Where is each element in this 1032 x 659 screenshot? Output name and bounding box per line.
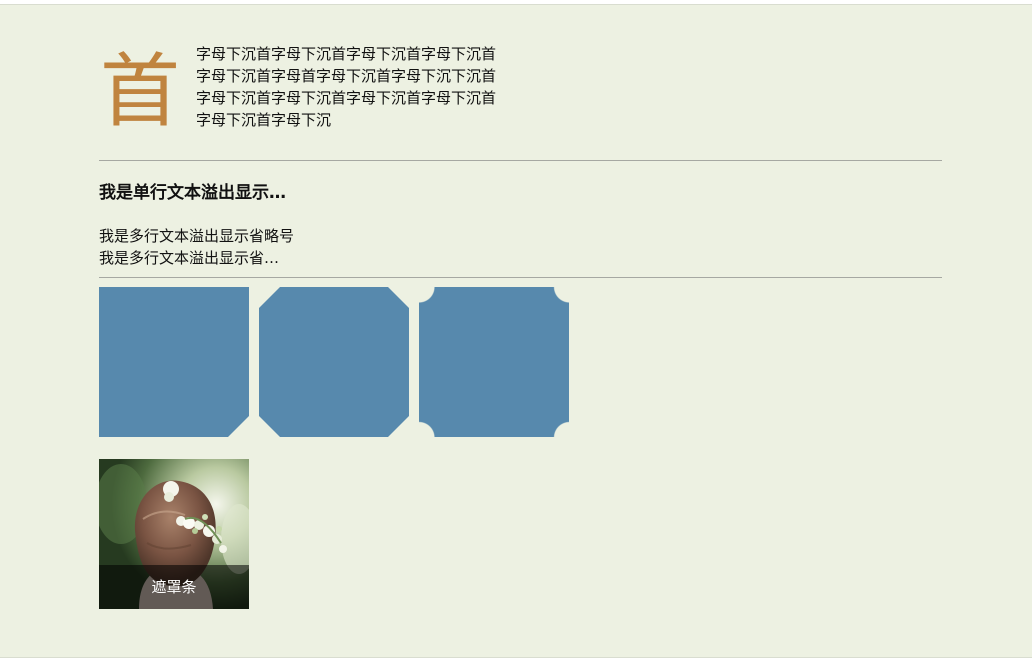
drop-cap-paragraph: 首 字母下沉首字母下沉首字母下沉首字母下沉首字母下沉首字母首字母下沉首字母下沉下… — [99, 41, 509, 141]
octagon-shape — [259, 287, 409, 437]
photo-mask-bar: 遮罩条 — [99, 565, 249, 609]
corner-cut-shape — [99, 287, 249, 437]
divider — [99, 160, 942, 161]
divider — [99, 277, 942, 278]
page-canvas: 首 字母下沉首字母下沉首字母下沉首字母下沉首字母下沉首字母首字母下沉首字母下沉下… — [0, 4, 1032, 658]
photo-card: 遮罩条 — [99, 459, 249, 609]
drop-cap-initial: 首 — [100, 45, 180, 138]
multi-line-ellipsis-text: 我是多行文本溢出显示省略号我是多行文本溢出显示省略号我是多行文本溢出显示省略号 — [99, 227, 294, 267]
single-line-ellipsis-text: 我是单行文本溢出显示省略号我是单行文本溢出显示省略号 — [99, 183, 289, 203]
inverted-round-corner-shape — [419, 287, 569, 437]
drop-cap-body-text: 字母下沉首字母下沉首字母下沉首字母下沉首字母下沉首字母首字母下沉首字母下沉下沉首… — [196, 45, 497, 129]
